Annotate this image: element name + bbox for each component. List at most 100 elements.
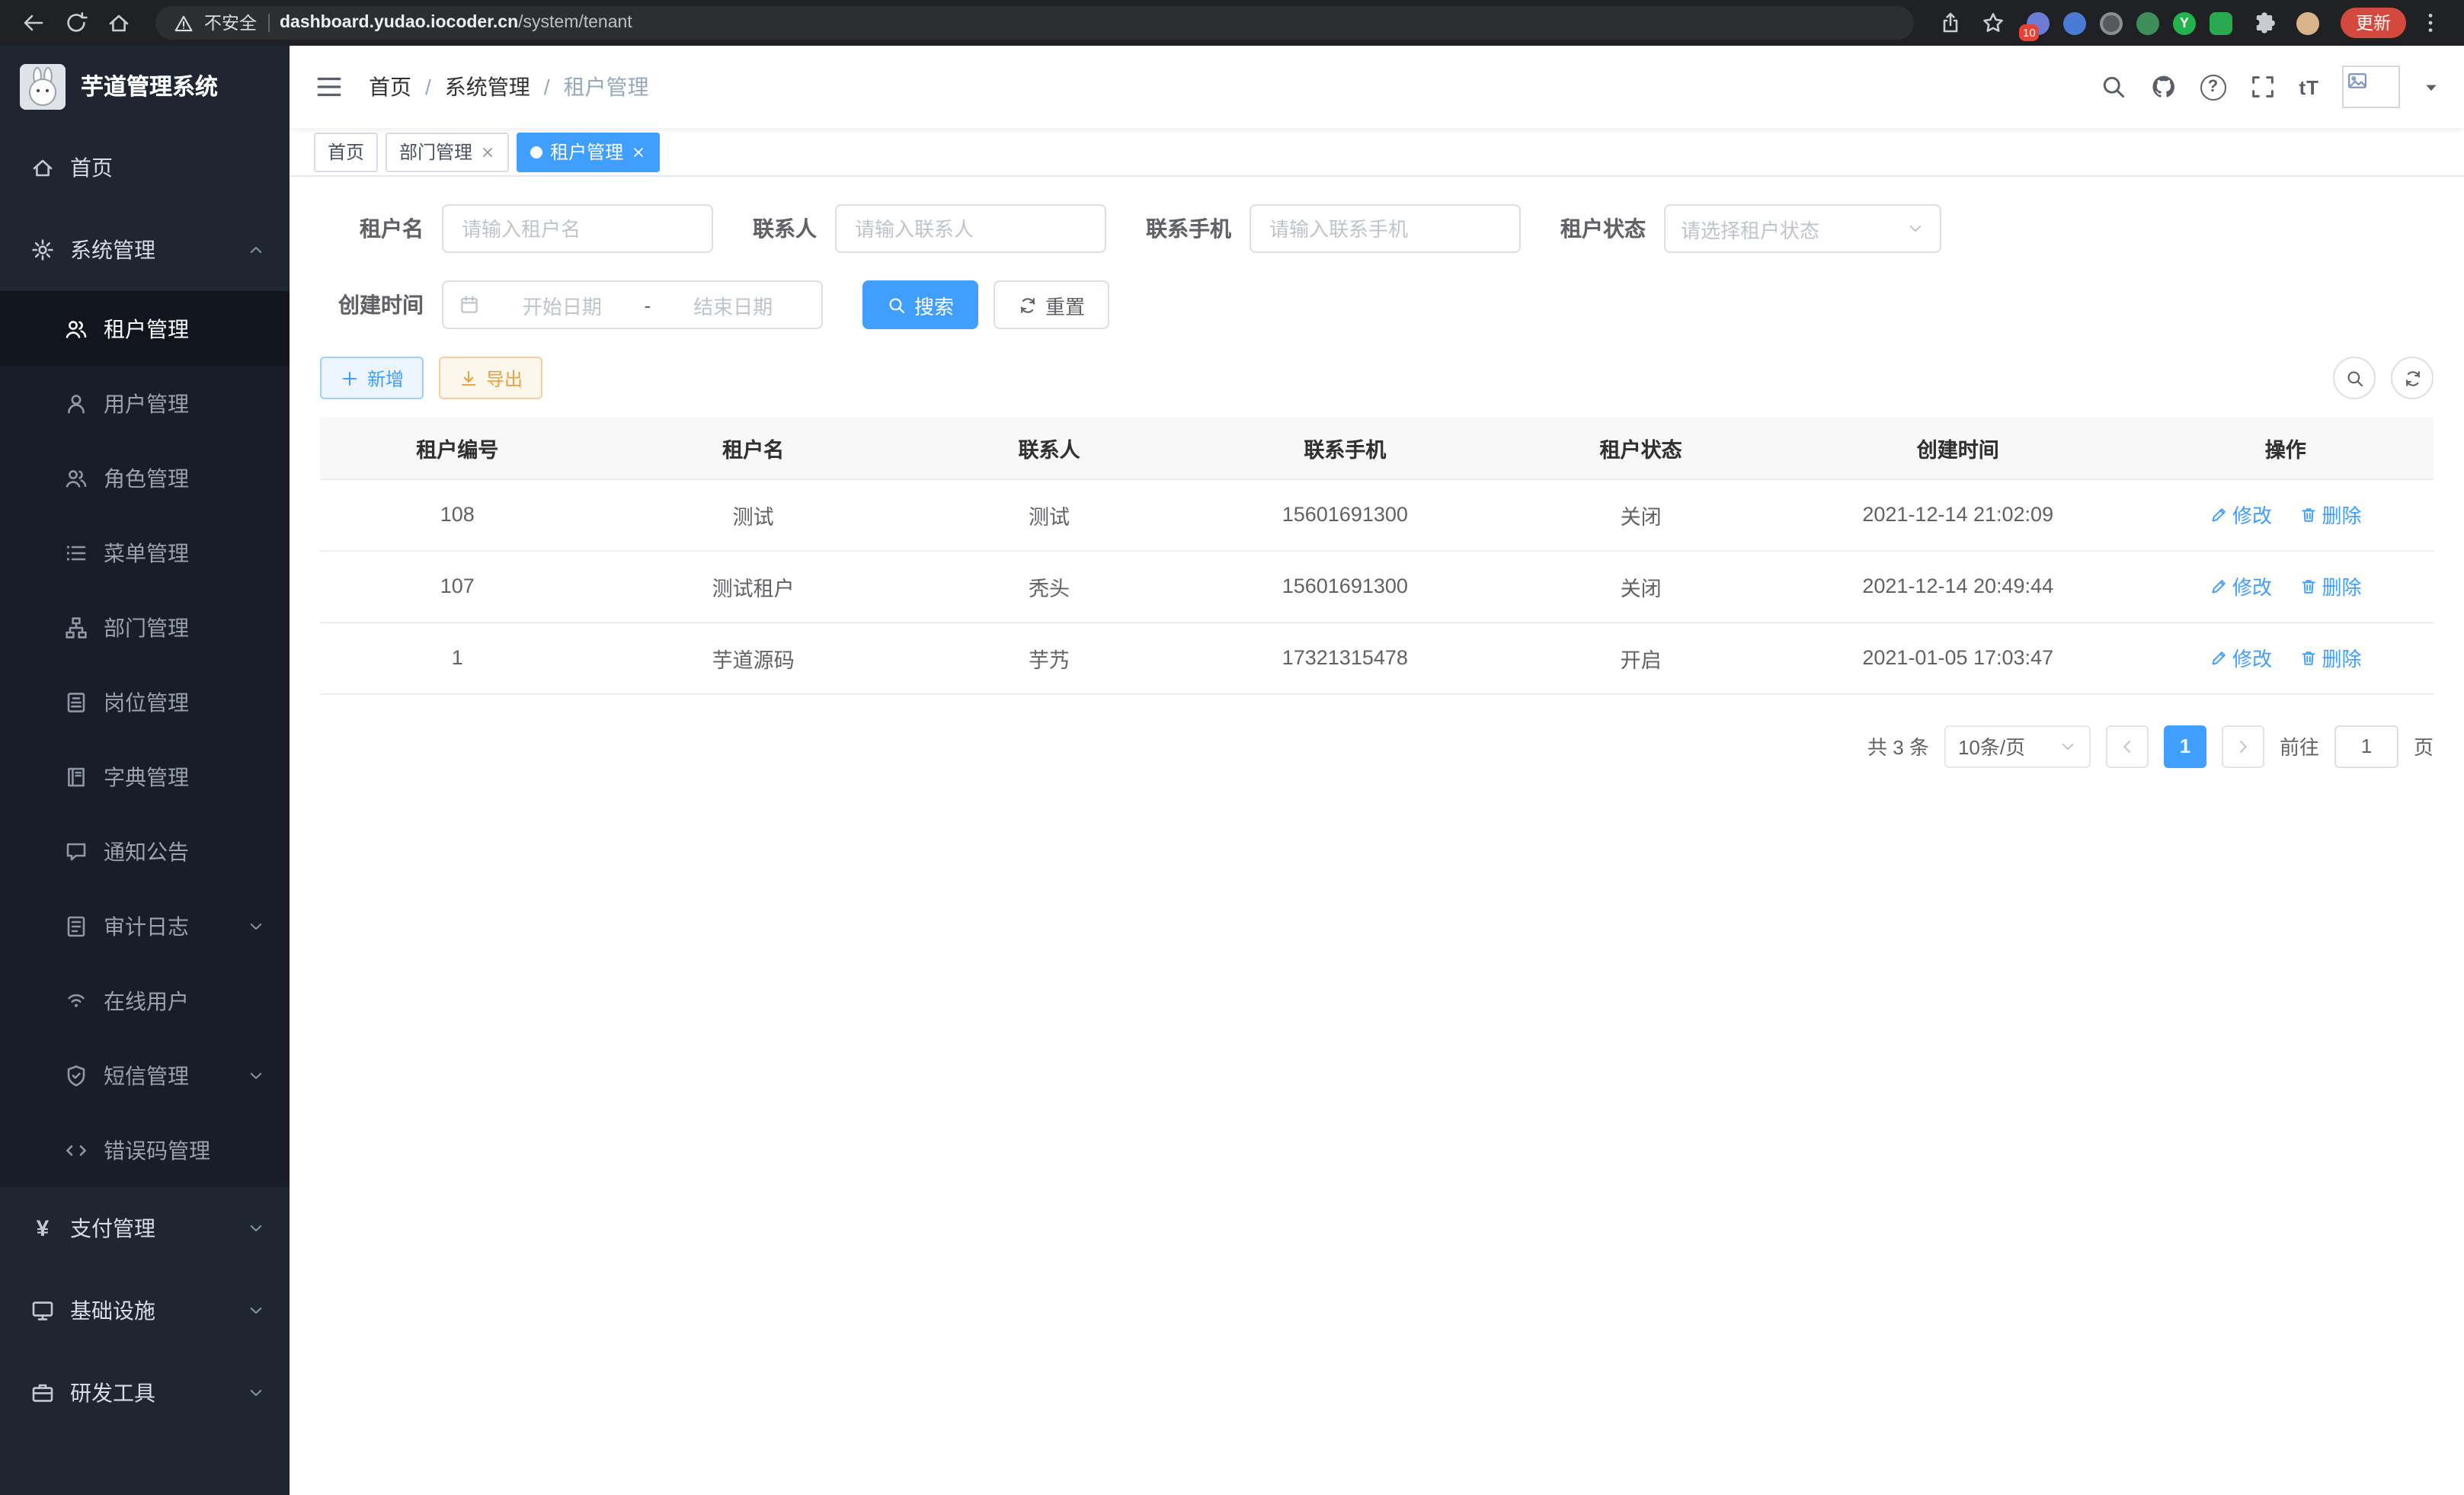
chevron-down-icon — [247, 917, 265, 935]
sidebar-item-post[interactable]: 岗位管理 — [0, 664, 290, 739]
close-icon[interactable] — [480, 144, 495, 159]
sidebar-item-audit[interactable]: 审计日志 — [0, 888, 290, 963]
edit-link[interactable]: 修改 — [2210, 571, 2272, 600]
mobile-input[interactable] — [1250, 204, 1521, 253]
fullscreen-icon[interactable] — [2248, 73, 2276, 101]
cell-tenant-id: 107 — [320, 550, 595, 622]
cell-mobile: 15601691300 — [1186, 550, 1503, 622]
app-logo[interactable]: 芋道管理系统 — [0, 46, 290, 126]
sidebar-item-infra[interactable]: 基础设施 — [0, 1269, 290, 1352]
sidebar-item-notice[interactable]: 通知公告 — [0, 814, 290, 888]
help-icon[interactable]: ? — [2200, 74, 2226, 100]
tenant-name-input[interactable] — [442, 204, 713, 253]
collapse-sidebar-icon[interactable] — [314, 72, 344, 102]
user-icon — [64, 391, 88, 415]
browser-reload-icon[interactable] — [58, 5, 94, 41]
sidebar-item-sms[interactable]: 短信管理 — [0, 1038, 290, 1112]
browser-home-icon[interactable] — [101, 5, 137, 41]
sidebar-item-online[interactable]: 在线用户 — [0, 963, 290, 1038]
cell-actions: 修改 删除 — [2138, 622, 2434, 693]
edit-label: 修改 — [2232, 643, 2272, 672]
tab-tenant[interactable]: 租户管理 — [517, 132, 660, 171]
sidebar-menu: 首页 系统管理 租户管理 用户管理 — [0, 126, 290, 1434]
browser-profile-avatar[interactable] — [2296, 11, 2319, 34]
sidebar-item-menu[interactable]: 菜单管理 — [0, 515, 290, 590]
sidebar-item-system[interactable]: 系统管理 — [0, 209, 290, 291]
search-icon[interactable] — [2099, 73, 2126, 101]
browser-update-button[interactable]: 更新 — [2341, 8, 2406, 38]
extension-icon-3[interactable] — [2100, 11, 2123, 34]
column-header: 租户编号 — [320, 418, 595, 479]
share-icon[interactable] — [1932, 5, 1969, 41]
breadcrumb-item[interactable]: 系统管理 — [445, 72, 530, 102]
date-range-picker[interactable]: 开始日期 - 结束日期 — [442, 280, 823, 329]
sidebar-item-label: 部门管理 — [104, 612, 189, 642]
chevron-down-icon — [247, 1219, 265, 1237]
font-size-icon[interactable]: tT — [2299, 75, 2319, 98]
add-button[interactable]: 新增 — [320, 357, 424, 399]
delete-link[interactable]: 删除 — [2299, 571, 2362, 600]
contact-input[interactable] — [835, 204, 1106, 253]
status-select[interactable]: 请选择租户状态 — [1664, 204, 1941, 253]
tab-home[interactable]: 首页 — [314, 132, 378, 171]
cell-created: 2021-12-14 21:02:09 — [1778, 479, 2138, 550]
edit-link[interactable]: 修改 — [2210, 500, 2272, 529]
search-icon — [887, 295, 907, 315]
delete-label: 删除 — [2322, 500, 2362, 529]
extension-icon-5[interactable]: Y — [2173, 11, 2196, 34]
sidebar-item-user[interactable]: 用户管理 — [0, 366, 290, 440]
refresh-table-button[interactable] — [2391, 357, 2434, 399]
breadcrumb-item[interactable]: 首页 — [369, 72, 411, 102]
extension-icon-2[interactable] — [2063, 11, 2086, 34]
browser-back-icon[interactable] — [15, 5, 52, 41]
users-icon — [64, 316, 88, 341]
badge-icon — [64, 690, 88, 714]
avatar-caret-icon[interactable] — [2423, 78, 2440, 95]
export-button[interactable]: 导出 — [439, 357, 542, 399]
toggle-search-button[interactable] — [2333, 357, 2376, 399]
github-icon[interactable] — [2149, 73, 2177, 101]
delete-link[interactable]: 删除 — [2299, 643, 2362, 672]
extension-icon-1[interactable]: 10 — [2027, 11, 2050, 34]
status-placeholder: 请选择租户状态 — [1681, 214, 1819, 243]
search-button-label: 搜索 — [914, 290, 954, 319]
extension-icon-6[interactable] — [2210, 11, 2232, 34]
browser-menu-icon[interactable] — [2412, 5, 2449, 41]
next-page-button[interactable] — [2222, 725, 2264, 767]
page-1-button[interactable]: 1 — [2164, 725, 2206, 767]
chevron-right-icon — [2234, 737, 2252, 755]
sidebar-item-devtools[interactable]: 研发工具 — [0, 1352, 290, 1434]
tab-dept[interactable]: 部门管理 — [386, 132, 509, 171]
trash-icon — [2299, 648, 2318, 667]
comment-icon — [64, 839, 88, 863]
user-avatar[interactable] — [2342, 66, 2400, 108]
sidebar-item-errcode[interactable]: 错误码管理 — [0, 1112, 290, 1187]
sidebar-item-label: 系统管理 — [70, 235, 155, 265]
extension-icon-4[interactable] — [2136, 11, 2159, 34]
sidebar-item-label: 短信管理 — [104, 1060, 189, 1090]
sidebar-item-dept[interactable]: 部门管理 — [0, 590, 290, 664]
search-button[interactable]: 搜索 — [862, 280, 978, 329]
page-content: 租户名 联系人 联系手机 租户状态 请选择租户状态 — [290, 177, 2464, 1495]
bookmark-star-icon[interactable] — [1975, 5, 2011, 41]
sidebar-item-dict[interactable]: 字典管理 — [0, 739, 290, 814]
edit-label: 修改 — [2232, 571, 2272, 600]
sidebar-item-role[interactable]: 角色管理 — [0, 440, 290, 515]
chevron-left-icon — [2118, 737, 2136, 755]
edit-link[interactable]: 修改 — [2210, 643, 2272, 672]
sidebar-item-tenant[interactable]: 租户管理 — [0, 291, 290, 366]
prev-page-button[interactable] — [2106, 725, 2149, 767]
navbar-actions: ? tT — [2099, 66, 2440, 108]
delete-link[interactable]: 删除 — [2299, 500, 2362, 529]
sidebar-item-pay[interactable]: ¥ 支付管理 — [0, 1187, 290, 1269]
security-label: 不安全 — [204, 11, 257, 35]
chevron-down-icon — [1906, 219, 1925, 238]
goto-page-input[interactable] — [2334, 725, 2398, 767]
close-icon[interactable] — [631, 144, 646, 159]
sidebar-item-home[interactable]: 首页 — [0, 126, 290, 209]
sidebar-item-label: 菜单管理 — [104, 537, 189, 568]
extensions-puzzle-icon[interactable] — [2246, 5, 2283, 41]
page-size-select[interactable]: 10条/页 — [1944, 725, 2091, 767]
reset-button[interactable]: 重置 — [994, 280, 1109, 329]
address-bar[interactable]: 不安全 dashboard.yudao.iocoder.cn/system/te… — [155, 6, 1914, 40]
